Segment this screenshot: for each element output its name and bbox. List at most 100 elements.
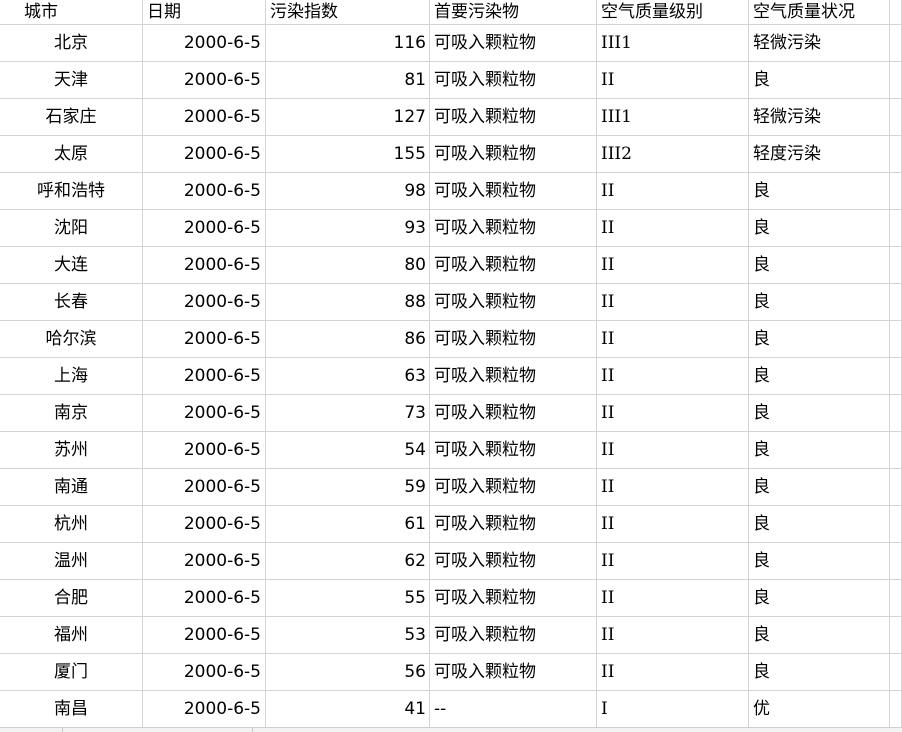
cell-air-quality-grade[interactable]: II [597,173,749,209]
cell-primary-pollutant[interactable]: 可吸入颗粒物 [430,432,597,468]
empty-cell[interactable] [890,506,902,542]
cell-city[interactable]: 石家庄 [0,99,143,135]
cell-date[interactable]: 2000-6-5 [143,580,266,616]
cell-date[interactable]: 2000-6-5 [143,395,266,431]
empty-cell[interactable] [890,173,902,209]
cell-date[interactable]: 2000-6-5 [143,321,266,357]
cell-air-quality-grade[interactable]: II [597,321,749,357]
cell-air-quality-grade[interactable]: II [597,432,749,468]
cell-air-quality-status[interactable]: 良 [749,654,890,690]
cell-pollution-index[interactable]: 127 [266,99,430,135]
cell-pollution-index[interactable]: 62 [266,543,430,579]
cell-primary-pollutant[interactable]: -- [430,691,597,727]
cell-primary-pollutant[interactable]: 可吸入颗粒物 [430,99,597,135]
empty-cell[interactable] [890,432,902,468]
cell-city[interactable]: 厦门 [0,654,143,690]
cell-city[interactable]: 天津 [0,62,143,98]
cell-date[interactable]: 2000-6-5 [143,358,266,394]
cell-primary-pollutant[interactable]: 可吸入颗粒物 [430,395,597,431]
cell-pollution-index[interactable]: 98 [266,173,430,209]
cell-air-quality-status[interactable]: 优 [749,691,890,727]
cell-primary-pollutant[interactable]: 可吸入颗粒物 [430,654,597,690]
cell-air-quality-grade[interactable]: II [597,654,749,690]
cell-pollution-index[interactable]: 80 [266,247,430,283]
cell-pollution-index[interactable]: 56 [266,654,430,690]
empty-cell[interactable] [890,136,902,172]
cell-pollution-index[interactable]: 93 [266,210,430,246]
cell-city[interactable]: 福州 [0,617,143,653]
cell-air-quality-status[interactable]: 良 [749,173,890,209]
cell-primary-pollutant[interactable]: 可吸入颗粒物 [430,321,597,357]
cell-date[interactable]: 2000-6-5 [143,210,266,246]
empty-cell[interactable] [890,99,902,135]
cell-date[interactable]: 2000-6-5 [143,247,266,283]
cell-primary-pollutant[interactable]: 可吸入颗粒物 [430,136,597,172]
cell-date[interactable]: 2000-6-5 [143,617,266,653]
cell-air-quality-grade[interactable]: II [597,210,749,246]
header-primary-pollutant[interactable]: 首要污染物 [430,0,597,24]
cell-pollution-index[interactable]: 61 [266,506,430,542]
cell-primary-pollutant[interactable]: 可吸入颗粒物 [430,25,597,61]
header-date[interactable]: 日期 [143,0,266,24]
cell-date[interactable]: 2000-6-5 [143,691,266,727]
empty-cell[interactable] [890,25,902,61]
empty-cell[interactable] [890,210,902,246]
cell-city[interactable]: 上海 [0,358,143,394]
empty-cell[interactable] [890,580,902,616]
cell-air-quality-status[interactable]: 良 [749,358,890,394]
cell-air-quality-grade[interactable]: II [597,543,749,579]
empty-cell[interactable] [890,543,902,579]
empty-cell[interactable] [890,654,902,690]
cell-air-quality-grade[interactable]: II [597,284,749,320]
cell-date[interactable]: 2000-6-5 [143,62,266,98]
cell-air-quality-status[interactable]: 良 [749,580,890,616]
cell-air-quality-status[interactable]: 良 [749,432,890,468]
cell-air-quality-status[interactable]: 良 [749,395,890,431]
cell-air-quality-status[interactable]: 良 [749,247,890,283]
cell-air-quality-status[interactable]: 轻度污染 [749,136,890,172]
cell-city[interactable]: 南昌 [0,691,143,727]
empty-cell[interactable] [890,617,902,653]
cell-pollution-index[interactable]: 86 [266,321,430,357]
empty-cell[interactable] [890,395,902,431]
cell-pollution-index[interactable]: 63 [266,358,430,394]
header-city[interactable]: 城市 [0,0,143,24]
cell-primary-pollutant[interactable]: 可吸入颗粒物 [430,210,597,246]
cell-air-quality-grade[interactable]: II [597,617,749,653]
cell-pollution-index[interactable]: 54 [266,432,430,468]
cell-pollution-index[interactable]: 81 [266,62,430,98]
cell-primary-pollutant[interactable]: 可吸入颗粒物 [430,284,597,320]
header-air-quality-grade[interactable]: 空气质量级别 [597,0,749,24]
empty-cell[interactable] [890,321,902,357]
cell-air-quality-grade[interactable]: II [597,469,749,505]
cell-date[interactable]: 2000-6-5 [143,284,266,320]
header-pollution-index[interactable]: 污染指数 [266,0,430,24]
cell-air-quality-grade[interactable]: III1 [597,25,749,61]
cell-air-quality-status[interactable]: 良 [749,543,890,579]
cell-air-quality-status[interactable]: 良 [749,62,890,98]
cell-pollution-index[interactable]: 73 [266,395,430,431]
cell-city[interactable]: 哈尔滨 [0,321,143,357]
cell-air-quality-status[interactable]: 良 [749,321,890,357]
cell-city[interactable]: 大连 [0,247,143,283]
cell-date[interactable]: 2000-6-5 [143,136,266,172]
cell-city[interactable]: 南京 [0,395,143,431]
cell-city[interactable]: 太原 [0,136,143,172]
cell-air-quality-grade[interactable]: II [597,247,749,283]
cell-city[interactable]: 温州 [0,543,143,579]
cell-pollution-index[interactable]: 41 [266,691,430,727]
cell-date[interactable]: 2000-6-5 [143,469,266,505]
cell-air-quality-status[interactable]: 良 [749,469,890,505]
cell-date[interactable]: 2000-6-5 [143,173,266,209]
cell-city[interactable]: 呼和浩特 [0,173,143,209]
cell-air-quality-grade[interactable]: III2 [597,136,749,172]
empty-cell[interactable] [890,358,902,394]
cell-city[interactable]: 合肥 [0,580,143,616]
cell-date[interactable]: 2000-6-5 [143,99,266,135]
cell-date[interactable]: 2000-6-5 [143,654,266,690]
empty-cell[interactable] [890,469,902,505]
cell-date[interactable]: 2000-6-5 [143,25,266,61]
cell-primary-pollutant[interactable]: 可吸入颗粒物 [430,469,597,505]
cell-pollution-index[interactable]: 116 [266,25,430,61]
cell-city[interactable]: 北京 [0,25,143,61]
